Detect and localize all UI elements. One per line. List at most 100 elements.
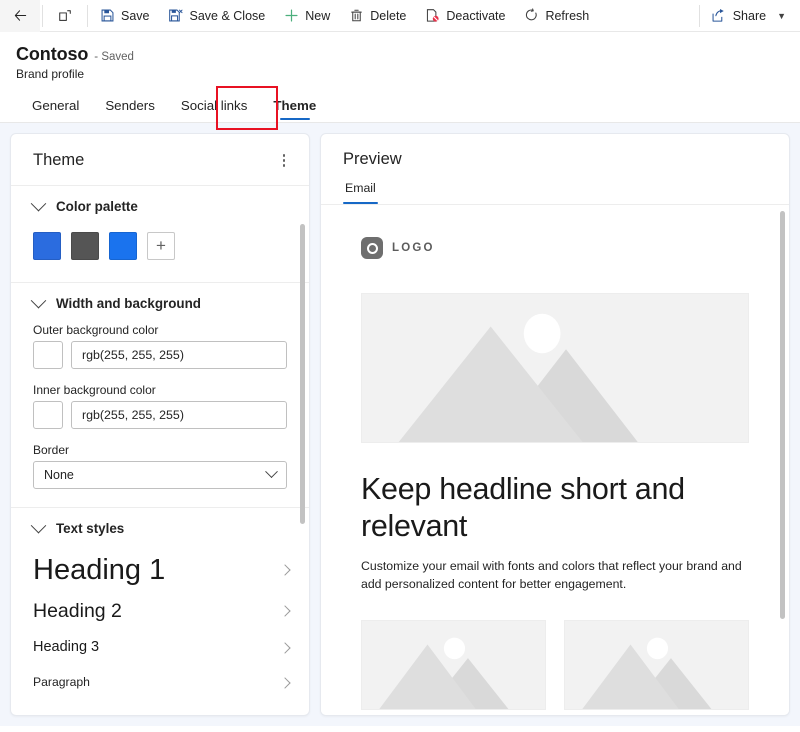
color-swatch-row: + (11, 226, 309, 282)
deactivate-button[interactable]: Deactivate (415, 0, 514, 32)
border-label: Border (33, 442, 70, 457)
mountain-placeholder-icon (362, 294, 748, 442)
mountain-placeholder-icon (565, 620, 748, 709)
entity-type-label: Brand profile (16, 67, 85, 81)
deactivate-icon (424, 8, 440, 24)
page-header: Contoso - Saved Brand profile General Se… (0, 32, 800, 122)
chevron-down-icon (265, 465, 278, 479)
delete-button[interactable]: Delete (339, 0, 415, 32)
plus-icon (283, 8, 299, 24)
preview-panel: Preview Email LOGO Keep headline short a… (320, 133, 790, 716)
chevron-down-icon (30, 195, 47, 211)
email-headline: Keep headline short and relevant (361, 472, 685, 543)
email-preview-canvas: LOGO Keep headline short and relevant Cu… (321, 205, 789, 715)
outer-background-row: rgb(255, 255, 255) (33, 340, 287, 369)
preview-tab-active-indicator (343, 201, 378, 204)
tab-general-label: General (32, 98, 80, 113)
trash-icon (348, 8, 364, 24)
chevron-down-icon (30, 292, 47, 308)
refresh-button[interactable]: Refresh (514, 0, 598, 32)
section-text-styles: Text styles Heading 1 Heading 2 Heading … (11, 508, 309, 701)
save-and-close-button[interactable]: Save & Close (159, 0, 275, 32)
border-field: Border None (11, 443, 309, 507)
border-select[interactable]: None (33, 460, 287, 489)
add-color-button[interactable]: + (147, 231, 175, 260)
preview-panel-title: Preview (343, 150, 402, 168)
deactivate-label: Deactivate (446, 8, 506, 23)
share-icon (711, 8, 727, 24)
text-style-paragraph[interactable]: Paragraph (11, 665, 309, 700)
preview-tabs: Email (343, 181, 789, 204)
email-card-image-right (564, 619, 749, 710)
theme-panel: Theme Color palette + Width and backgrou… (10, 133, 310, 716)
tab-general[interactable]: General (16, 92, 92, 122)
color-swatch-2[interactable] (71, 231, 99, 260)
preview-scrollbar[interactable] (780, 211, 785, 619)
text-style-heading-3-label: Heading 3 (33, 638, 100, 655)
save-icon (99, 8, 115, 24)
refresh-label: Refresh (545, 8, 590, 23)
outer-background-label: Outer background color (33, 322, 159, 337)
share-label: Share (732, 8, 767, 23)
logo-text: LOGO (392, 242, 435, 254)
chevron-right-icon (279, 677, 291, 689)
toolbar-divider (42, 4, 43, 27)
outer-background-field: Outer background color rgb(255, 255, 255… (11, 323, 309, 383)
inner-background-color-swatch[interactable] (33, 400, 63, 429)
text-style-heading-1[interactable]: Heading 1 (11, 548, 309, 593)
refresh-icon (523, 8, 539, 24)
inner-background-input[interactable]: rgb(255, 255, 255) (71, 400, 287, 429)
text-style-heading-2-label: Heading 2 (33, 599, 122, 622)
chevron-down-icon: ▼ (777, 10, 786, 21)
color-palette-header[interactable]: Color palette (11, 186, 309, 226)
theme-panel-scroll-area: Color palette + Width and background Out… (11, 186, 309, 716)
chevron-right-icon (279, 605, 291, 617)
color-palette-label: Color palette (56, 198, 138, 214)
tab-theme[interactable]: Theme (260, 92, 329, 122)
outer-background-input[interactable]: rgb(255, 255, 255) (71, 340, 287, 369)
text-styles-header[interactable]: Text styles (11, 508, 309, 548)
section-width-and-background: Width and background Outer background co… (11, 283, 309, 508)
plus-icon: + (156, 236, 166, 255)
save-state-label: - Saved (94, 51, 134, 63)
open-in-new-window-button[interactable] (45, 0, 85, 32)
outer-background-color-swatch[interactable] (33, 340, 63, 369)
new-button[interactable]: New (274, 0, 339, 32)
back-button[interactable] (0, 0, 40, 32)
chevron-right-icon (279, 641, 291, 654)
save-and-close-label: Save & Close (189, 8, 266, 23)
tab-social-links[interactable]: Social links (168, 92, 261, 122)
share-button[interactable]: Share ▼ (702, 0, 800, 32)
theme-panel-header: Theme (11, 134, 309, 186)
section-color-palette: Color palette + (11, 186, 309, 283)
email-card-image-left (361, 619, 546, 710)
preview-tab-email-label: Email (345, 181, 376, 195)
text-styles-label: Text styles (56, 520, 125, 536)
theme-panel-scrollbar[interactable] (300, 223, 305, 524)
inner-background-row: rgb(255, 255, 255) (33, 400, 287, 429)
width-background-header[interactable]: Width and background (11, 283, 309, 323)
tab-active-indicator (279, 117, 310, 120)
email-two-column-section (361, 619, 749, 710)
color-swatch-3[interactable] (109, 231, 137, 260)
tab-senders-label: Senders (105, 98, 155, 113)
theme-panel-title: Theme (33, 150, 85, 169)
more-options-icon[interactable] (277, 150, 292, 171)
text-style-heading-2[interactable]: Heading 2 (11, 593, 309, 630)
save-button[interactable]: Save (90, 0, 159, 32)
command-bar: Save Save & Close New Delete Deactivate … (0, 0, 800, 32)
inner-background-label: Inner background color (33, 382, 156, 397)
save-label: Save (121, 8, 150, 23)
tab-social-links-label: Social links (180, 98, 248, 113)
email-hero-image-placeholder (361, 293, 749, 443)
delete-label: Delete (370, 8, 407, 23)
inner-background-field: Inner background color rgb(255, 255, 255… (11, 383, 309, 443)
tab-theme-label: Theme (273, 98, 317, 113)
popout-icon (57, 8, 73, 24)
preview-tab-email[interactable]: Email (343, 181, 378, 204)
text-style-heading-3[interactable]: Heading 3 (11, 630, 309, 666)
preview-scroll-area: LOGO Keep headline short and relevant Cu… (321, 205, 789, 715)
color-swatch-1[interactable] (33, 231, 61, 260)
tab-senders[interactable]: Senders (92, 92, 168, 122)
form-tabs: General Senders Social links Theme (16, 92, 800, 122)
